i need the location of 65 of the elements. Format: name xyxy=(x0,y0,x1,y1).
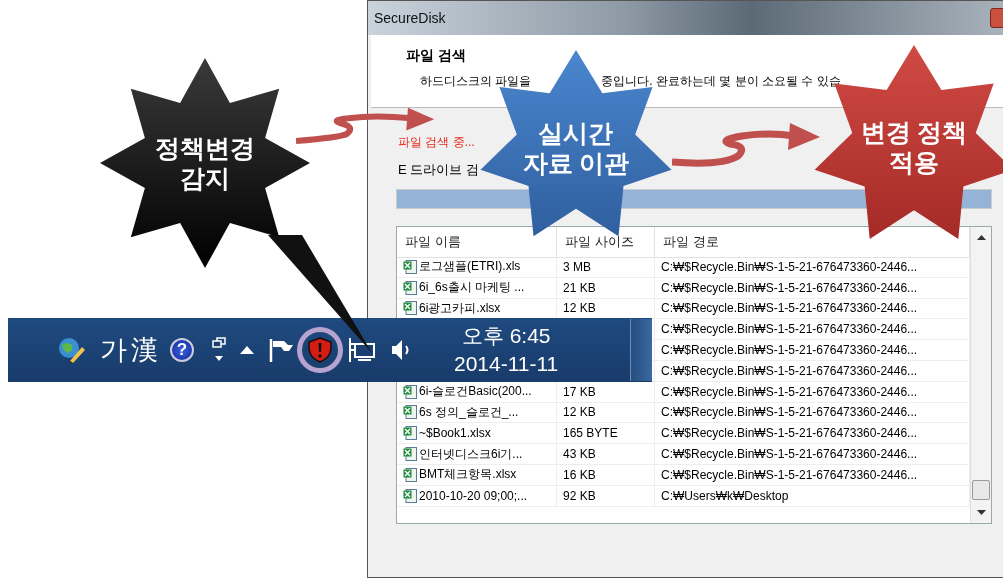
globe-pencil-icon[interactable] xyxy=(56,335,86,365)
show-desktop-button[interactable] xyxy=(630,319,652,381)
file-path: C:₩$Recycle.Bin₩S-1-5-21-676473360-2446... xyxy=(661,322,918,337)
file-name: ~$Book1.xlsx xyxy=(419,426,491,441)
callout-label: 정책변경 감지 xyxy=(155,133,255,193)
help-icon[interactable]: ? xyxy=(170,338,194,362)
file-path: C:₩$Recycle.Bin₩S-1-5-21-676473360-2446... xyxy=(661,467,918,482)
file-size: 12 KB xyxy=(563,301,596,316)
file-path: C:₩$Recycle.Bin₩S-1-5-21-676473360-2446... xyxy=(661,384,918,399)
network-icon[interactable] xyxy=(346,336,376,364)
file-name: 로그샘플(ETRI).xls xyxy=(419,258,521,276)
file-name: 6s 정의_슬로건_... xyxy=(419,403,519,421)
file-name: BMT체크항목.xlsx xyxy=(419,466,517,484)
file-path: C:₩$Recycle.Bin₩S-1-5-21-676473360-2446... xyxy=(661,426,918,441)
scroll-down-icon[interactable] xyxy=(976,510,986,515)
spreadsheet-icon xyxy=(403,280,417,295)
header-title: 파일 검색 xyxy=(406,47,467,65)
file-path: C:₩$Recycle.Bin₩S-1-5-21-676473360-2446... xyxy=(661,447,918,462)
file-path: C:₩$Recycle.Bin₩S-1-5-21-676473360-2446... xyxy=(661,259,918,274)
ime-hangul-indicator[interactable]: 가 xyxy=(100,332,127,368)
file-name: 인터넷디스크6i기... xyxy=(419,445,523,463)
file-path: C:₩$Recycle.Bin₩S-1-5-21-676473360-2446... xyxy=(661,343,918,358)
clock-time: 오후 6:45 xyxy=(461,323,551,349)
file-path: C:₩Users₩k₩Desktop xyxy=(661,488,789,503)
file-name: 6i_6s출시 마케팅 ... xyxy=(419,279,525,297)
ime-hanja-indicator[interactable]: 漢 xyxy=(131,332,158,368)
description-text: 중입니다. 완료하는데 몇 분이 소요될 수 있습 xyxy=(601,73,841,90)
spreadsheet-icon xyxy=(403,301,417,316)
up-arrow-icon[interactable] xyxy=(240,346,254,354)
file-path: C:₩$Recycle.Bin₩S-1-5-21-676473360-2446... xyxy=(661,363,918,378)
file-size: 16 KB xyxy=(563,467,596,482)
window-title: SecureDisk xyxy=(374,10,446,26)
spreadsheet-icon xyxy=(403,447,417,462)
file-size: 12 KB xyxy=(563,405,596,420)
drive-status-text: E 드라이브 검 xyxy=(397,161,479,179)
spreadsheet-icon xyxy=(403,467,417,482)
status-text: 파일 검색 중... xyxy=(397,134,475,151)
file-path: C:₩$Recycle.Bin₩S-1-5-21-676473360-2446... xyxy=(661,405,918,420)
callout-label: 실시간 자료 이관 xyxy=(522,118,630,178)
file-size: 21 KB xyxy=(563,280,596,295)
file-name: 6i광고카피.xlsx xyxy=(419,300,501,317)
file-size: 92 KB xyxy=(563,488,596,503)
spreadsheet-icon xyxy=(403,384,417,399)
file-path: C:₩$Recycle.Bin₩S-1-5-21-676473360-2446... xyxy=(661,280,918,295)
scroll-up-icon[interactable] xyxy=(976,235,986,240)
file-size: 3 MB xyxy=(563,259,591,274)
flag-icon[interactable] xyxy=(268,337,294,363)
clock-date: 2014-11-11 xyxy=(454,351,559,377)
spreadsheet-icon xyxy=(403,426,417,441)
file-path: C:₩$Recycle.Bin₩S-1-5-21-676473360-2446... xyxy=(661,301,918,316)
file-size: 17 KB xyxy=(563,384,596,399)
file-name: 2010-10-20 09;00;... xyxy=(419,488,528,503)
file-size: 165 BYTE xyxy=(563,426,618,441)
description-text: 하드디스크의 파일을 xyxy=(420,73,532,90)
highlight-ring xyxy=(297,327,343,373)
file-name: 6i-슬로건Basic(200... xyxy=(419,383,532,401)
spreadsheet-icon xyxy=(403,488,417,503)
file-size: 43 KB xyxy=(563,447,596,462)
spreadsheet-icon xyxy=(403,405,417,420)
callout-label: 변경 정책 적용 xyxy=(860,117,968,177)
shield-warning-icon[interactable] xyxy=(308,337,332,363)
spreadsheet-icon xyxy=(403,259,417,274)
clock[interactable]: 오후 6:45 2014-11-11 xyxy=(454,322,559,378)
scrollbar[interactable] xyxy=(970,227,991,523)
scroll-thumb[interactable] xyxy=(972,480,990,500)
